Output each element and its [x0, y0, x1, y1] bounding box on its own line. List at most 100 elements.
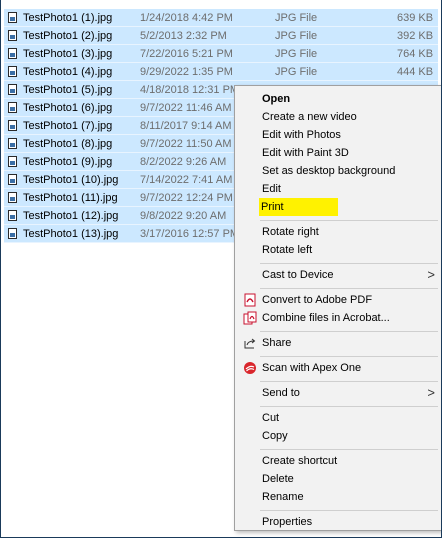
file-date: 1/24/2018 4:42 PM: [140, 11, 233, 24]
file-name: TestPhoto1 (3).jpg: [23, 47, 113, 60]
menu-item-open[interactable]: Open: [235, 90, 441, 108]
menu-item-create-shortcut[interactable]: Create shortcut: [235, 452, 441, 470]
file-size: 392 KB: [397, 29, 434, 42]
menu-item-label: Rename: [262, 491, 304, 503]
file-name: TestPhoto1 (12).jpg: [23, 209, 119, 222]
file-row[interactable]: TestPhoto1 (2).jpg 5/2/2013 2:32 PM JPG Fi…: [4, 27, 438, 45]
menu-item-label: Scan with Apex One: [262, 362, 362, 374]
menu-item-edit-photos[interactable]: Edit with Photos: [235, 126, 441, 144]
menu-item-rotate-right[interactable]: Rotate right: [235, 223, 441, 241]
menu-item-label: Rotate left: [262, 244, 313, 256]
chevron-right-icon: >: [427, 267, 435, 282]
menu-item-share[interactable]: Share: [235, 334, 441, 352]
file-type: JPG File: [275, 65, 318, 78]
menu-item-label: Combine files in Acrobat...: [262, 312, 390, 324]
menu-item-label: Create a new video: [262, 111, 357, 123]
acrobat-combine-icon: [243, 311, 257, 325]
apex-one-icon: [244, 362, 256, 374]
jpg-file-icon: [8, 138, 17, 149]
menu-item-copy[interactable]: Copy: [235, 427, 441, 445]
file-type: JPG File: [275, 29, 318, 42]
file-size: 444 KB: [397, 65, 434, 78]
jpg-file-icon: [8, 48, 17, 59]
file-name: TestPhoto1 (6).jpg: [23, 101, 113, 114]
menu-item-rename[interactable]: Rename: [235, 488, 441, 506]
menu-item-cast[interactable]: Cast to Device >: [235, 266, 441, 284]
menu-item-rotate-left[interactable]: Rotate left: [235, 241, 441, 259]
jpg-file-icon: [8, 12, 17, 23]
menu-item-edit-paint3d[interactable]: Edit with Paint 3D: [235, 144, 441, 162]
menu-separator: [260, 406, 438, 407]
menu-item-convert-pdf[interactable]: Convert to Adobe PDF: [235, 291, 441, 309]
file-name: TestPhoto1 (4).jpg: [23, 65, 113, 78]
menu-item-properties[interactable]: Properties: [235, 513, 441, 531]
file-type: JPG File: [275, 47, 318, 60]
jpg-file-icon: [8, 120, 17, 131]
file-row[interactable]: TestPhoto1 (1).jpg 1/24/2018 4:42 PM JPG F…: [4, 9, 438, 27]
menu-separator: [260, 449, 438, 450]
file-name: TestPhoto1 (11).jpg: [23, 191, 118, 204]
jpg-file-icon: [8, 192, 17, 203]
menu-item-label: Convert to Adobe PDF: [262, 294, 373, 306]
menu-item-send-to[interactable]: Send to >: [235, 384, 441, 402]
menu-item-label: Open: [262, 93, 291, 105]
adobe-pdf-icon: [244, 293, 256, 307]
file-name: TestPhoto1 (10).jpg: [23, 173, 119, 186]
file-name: TestPhoto1 (13).jpg: [23, 227, 119, 240]
menu-item-edit[interactable]: Edit: [235, 180, 441, 198]
menu-separator: [260, 220, 438, 221]
explorer-window: TestPhoto1 (1).jpg 1/24/2018 4:42 PM JPG F…: [0, 0, 442, 538]
jpg-file-icon: [8, 84, 17, 95]
file-name: TestPhoto1 (1).jpg: [23, 11, 113, 24]
jpg-file-icon: [8, 156, 17, 167]
menu-item-label: Share: [262, 337, 292, 349]
menu-item-label: Set as desktop background: [262, 165, 396, 177]
menu-item-label: Edit with Photos: [262, 129, 341, 141]
jpg-file-icon: [8, 102, 17, 113]
jpg-file-icon: [8, 228, 17, 239]
file-type: JPG File: [275, 11, 318, 24]
file-row[interactable]: TestPhoto1 (4).jpg 9/29/2022 1:35 PM JPG F…: [4, 63, 438, 81]
file-size: 764 KB: [397, 47, 434, 60]
menu-item-label: Cut: [262, 412, 280, 424]
menu-separator: [260, 356, 438, 357]
file-name: TestPhoto1 (7).jpg: [23, 119, 113, 132]
menu-item-print[interactable]: Print: [235, 198, 441, 216]
menu-item-label: Print: [259, 198, 338, 216]
jpg-file-icon: [8, 210, 17, 221]
menu-item-create-video[interactable]: Create a new video: [235, 108, 441, 126]
file-date: 5/2/2013 2:32 PM: [140, 29, 227, 42]
file-name: TestPhoto1 (5).jpg: [23, 83, 113, 96]
menu-item-label: Edit: [262, 183, 281, 195]
file-name: TestPhoto1 (9).jpg: [23, 155, 113, 168]
menu-separator: [260, 288, 438, 289]
menu-separator: [260, 381, 438, 382]
file-name: TestPhoto1 (2).jpg: [23, 29, 113, 42]
jpg-file-icon: [8, 174, 17, 185]
file-date: 9/29/2022 1:35 PM: [140, 65, 233, 78]
menu-item-label: Send to: [262, 387, 300, 399]
file-size: 639 KB: [397, 11, 434, 24]
jpg-file-icon: [8, 30, 17, 41]
menu-separator: [260, 331, 438, 332]
share-icon: [244, 338, 256, 349]
menu-item-combine-acrobat[interactable]: Combine files in Acrobat...: [235, 309, 441, 327]
menu-item-label: Rotate right: [262, 226, 319, 238]
menu-item-set-background[interactable]: Set as desktop background: [235, 162, 441, 180]
file-name: TestPhoto1 (8).jpg: [23, 137, 113, 150]
chevron-right-icon: >: [427, 385, 435, 400]
menu-item-delete[interactable]: Delete: [235, 470, 441, 488]
menu-item-label: Create shortcut: [262, 455, 338, 467]
menu-item-cut[interactable]: Cut: [235, 409, 441, 427]
menu-separator: [260, 510, 438, 511]
menu-item-label: Copy: [262, 430, 288, 442]
menu-item-label: Properties: [262, 516, 313, 528]
jpg-file-icon: [8, 66, 17, 77]
context-menu: Open Create a new video Edit with Photos…: [234, 85, 441, 531]
file-date: 7/22/2016 5:21 PM: [140, 47, 233, 60]
file-row[interactable]: TestPhoto1 (3).jpg 7/22/2016 5:21 PM JPG F…: [4, 45, 438, 63]
menu-item-label: Delete: [262, 473, 294, 485]
menu-item-scan-apex[interactable]: Scan with Apex One: [235, 359, 441, 377]
menu-item-label: Cast to Device: [262, 269, 334, 281]
menu-separator: [260, 263, 438, 264]
